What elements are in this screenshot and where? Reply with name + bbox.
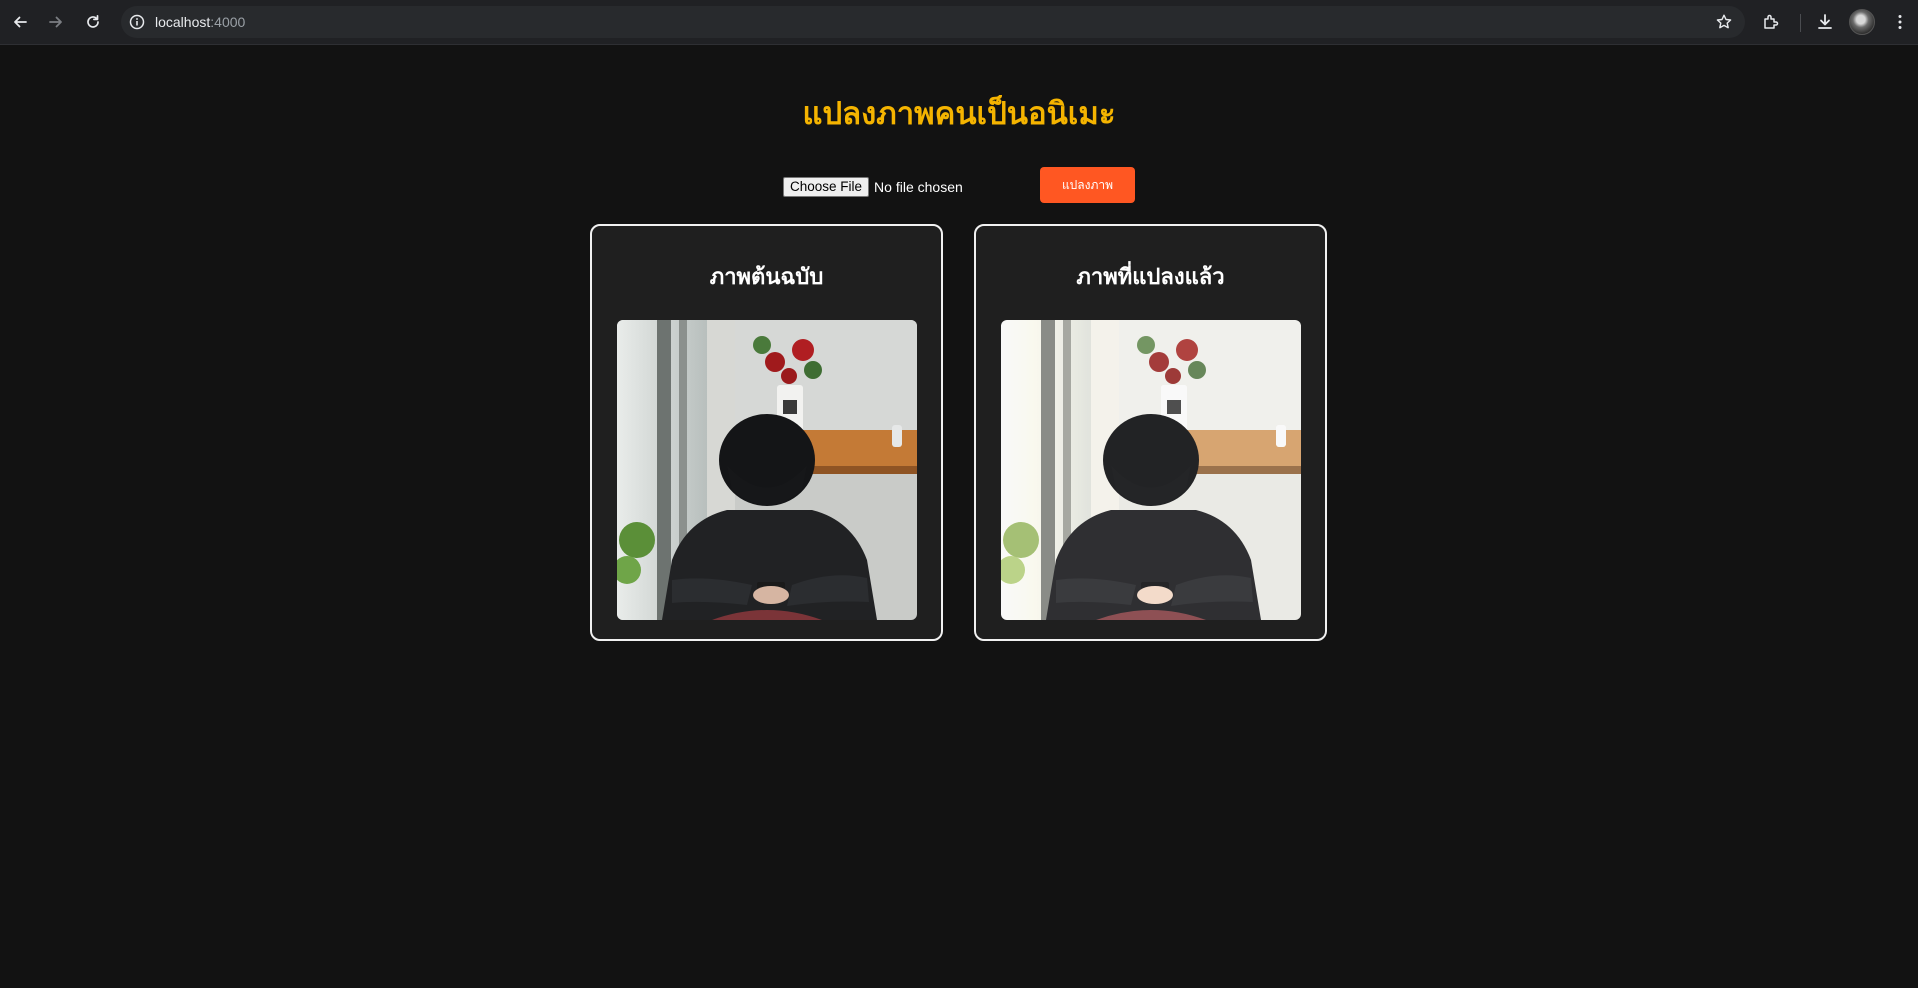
converted-card-title: ภาพที่แปลงแล้ว <box>1076 265 1225 290</box>
download-icon[interactable] <box>1814 11 1836 33</box>
address-bar[interactable]: localhost:4000 <box>121 6 1745 38</box>
browser-toolbar: localhost:4000 <box>0 0 1918 45</box>
menu-icon[interactable] <box>1889 11 1911 33</box>
star-icon[interactable] <box>1715 13 1733 31</box>
original-image-card: ภาพต้นฉบับ <box>590 224 943 641</box>
original-image <box>617 320 917 620</box>
profile-avatar[interactable] <box>1849 9 1875 35</box>
converted-image-card: ภาพที่แปลงแล้ว <box>974 224 1327 641</box>
forward-icon[interactable] <box>43 9 69 35</box>
file-input[interactable]: Choose File No file chosen <box>783 176 963 197</box>
convert-button[interactable]: แปลงภาพ <box>1040 167 1135 203</box>
back-icon[interactable] <box>7 9 33 35</box>
url-text[interactable]: localhost:4000 <box>155 13 245 31</box>
toolbar-divider <box>1800 14 1801 32</box>
file-status-text: No file chosen <box>874 178 963 195</box>
converted-image <box>1001 320 1301 620</box>
choose-file-button[interactable]: Choose File <box>783 176 870 197</box>
info-icon[interactable] <box>128 13 146 31</box>
page-title: แปลงภาพคนเป็นอนิเมะ <box>802 96 1116 132</box>
original-card-title: ภาพต้นฉบับ <box>709 265 824 290</box>
extensions-icon[interactable] <box>1760 11 1782 33</box>
url-port: :4000 <box>210 14 246 30</box>
reload-icon[interactable] <box>80 9 106 35</box>
url-host: localhost <box>155 14 211 30</box>
